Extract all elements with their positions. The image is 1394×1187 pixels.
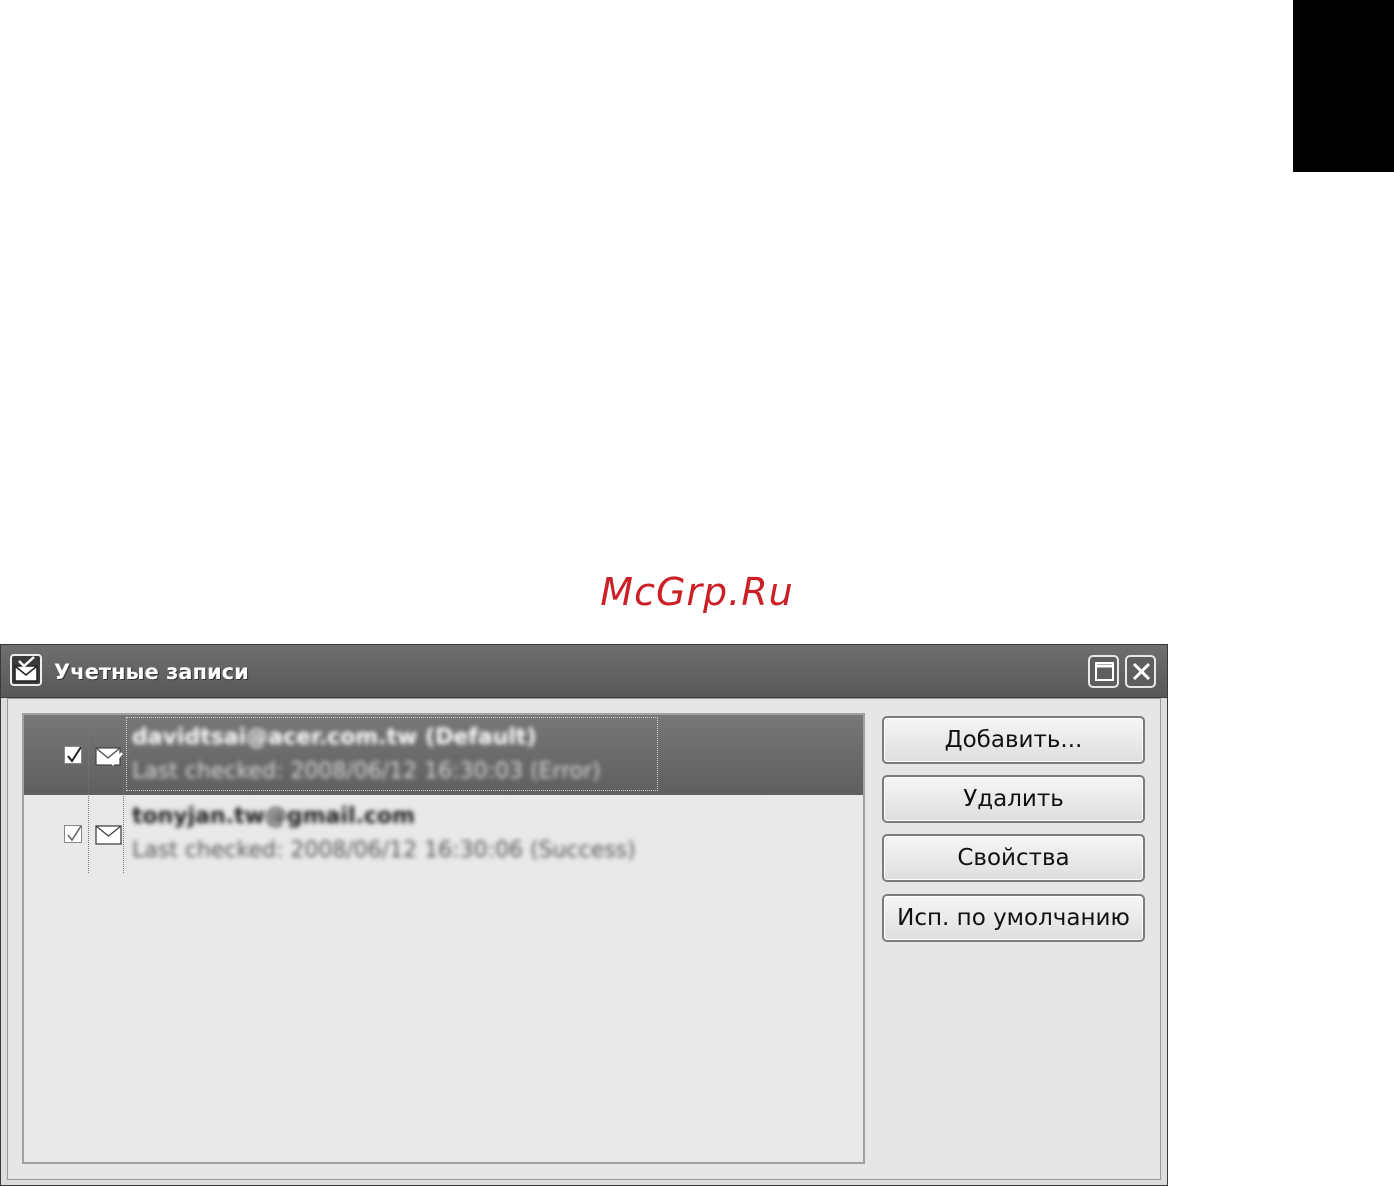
account-name: davidtsai@acer.com.tw (Default) xyxy=(132,725,537,750)
add-account-button[interactable]: Добавить... xyxy=(882,716,1145,764)
account-row-2[interactable]: tonyjan.tw@gmail.com Last checked: 2008/… xyxy=(24,797,863,875)
close-icon xyxy=(1132,662,1151,681)
set-default-button[interactable]: Исп. по умолчанию xyxy=(882,894,1145,942)
maximize-icon xyxy=(1095,662,1114,681)
accounts-list[interactable]: davidtsai@acer.com.tw (Default) Last che… xyxy=(22,713,865,1164)
watermark: McGrp.Ru xyxy=(600,570,794,614)
account-row-1[interactable]: davidtsai@acer.com.tw (Default) Last che… xyxy=(24,715,863,795)
delete-account-button[interactable]: Удалить xyxy=(882,775,1145,823)
account-status: Last checked: 2008/06/12 16:30:06 (Succe… xyxy=(132,838,636,863)
envelope-check-icon xyxy=(95,745,123,767)
tree-guide-line xyxy=(123,715,124,873)
account-enabled-checkbox[interactable] xyxy=(64,746,82,764)
account-status: Last checked: 2008/06/12 16:30:03 (Error… xyxy=(132,759,601,784)
window-title: Учетные записи xyxy=(54,660,249,684)
close-button[interactable] xyxy=(1125,655,1156,688)
mail-window-icon xyxy=(10,654,42,686)
title-bar[interactable]: Учетные записи xyxy=(1,645,1167,698)
tree-guide-line xyxy=(88,715,89,873)
properties-button[interactable]: Свойства xyxy=(882,834,1145,882)
account-enabled-checkbox[interactable] xyxy=(64,825,82,843)
page-corner-tab xyxy=(1293,0,1394,172)
account-name: tonyjan.tw@gmail.com xyxy=(132,804,415,829)
envelope-icon xyxy=(95,824,123,846)
maximize-button[interactable] xyxy=(1088,655,1119,688)
